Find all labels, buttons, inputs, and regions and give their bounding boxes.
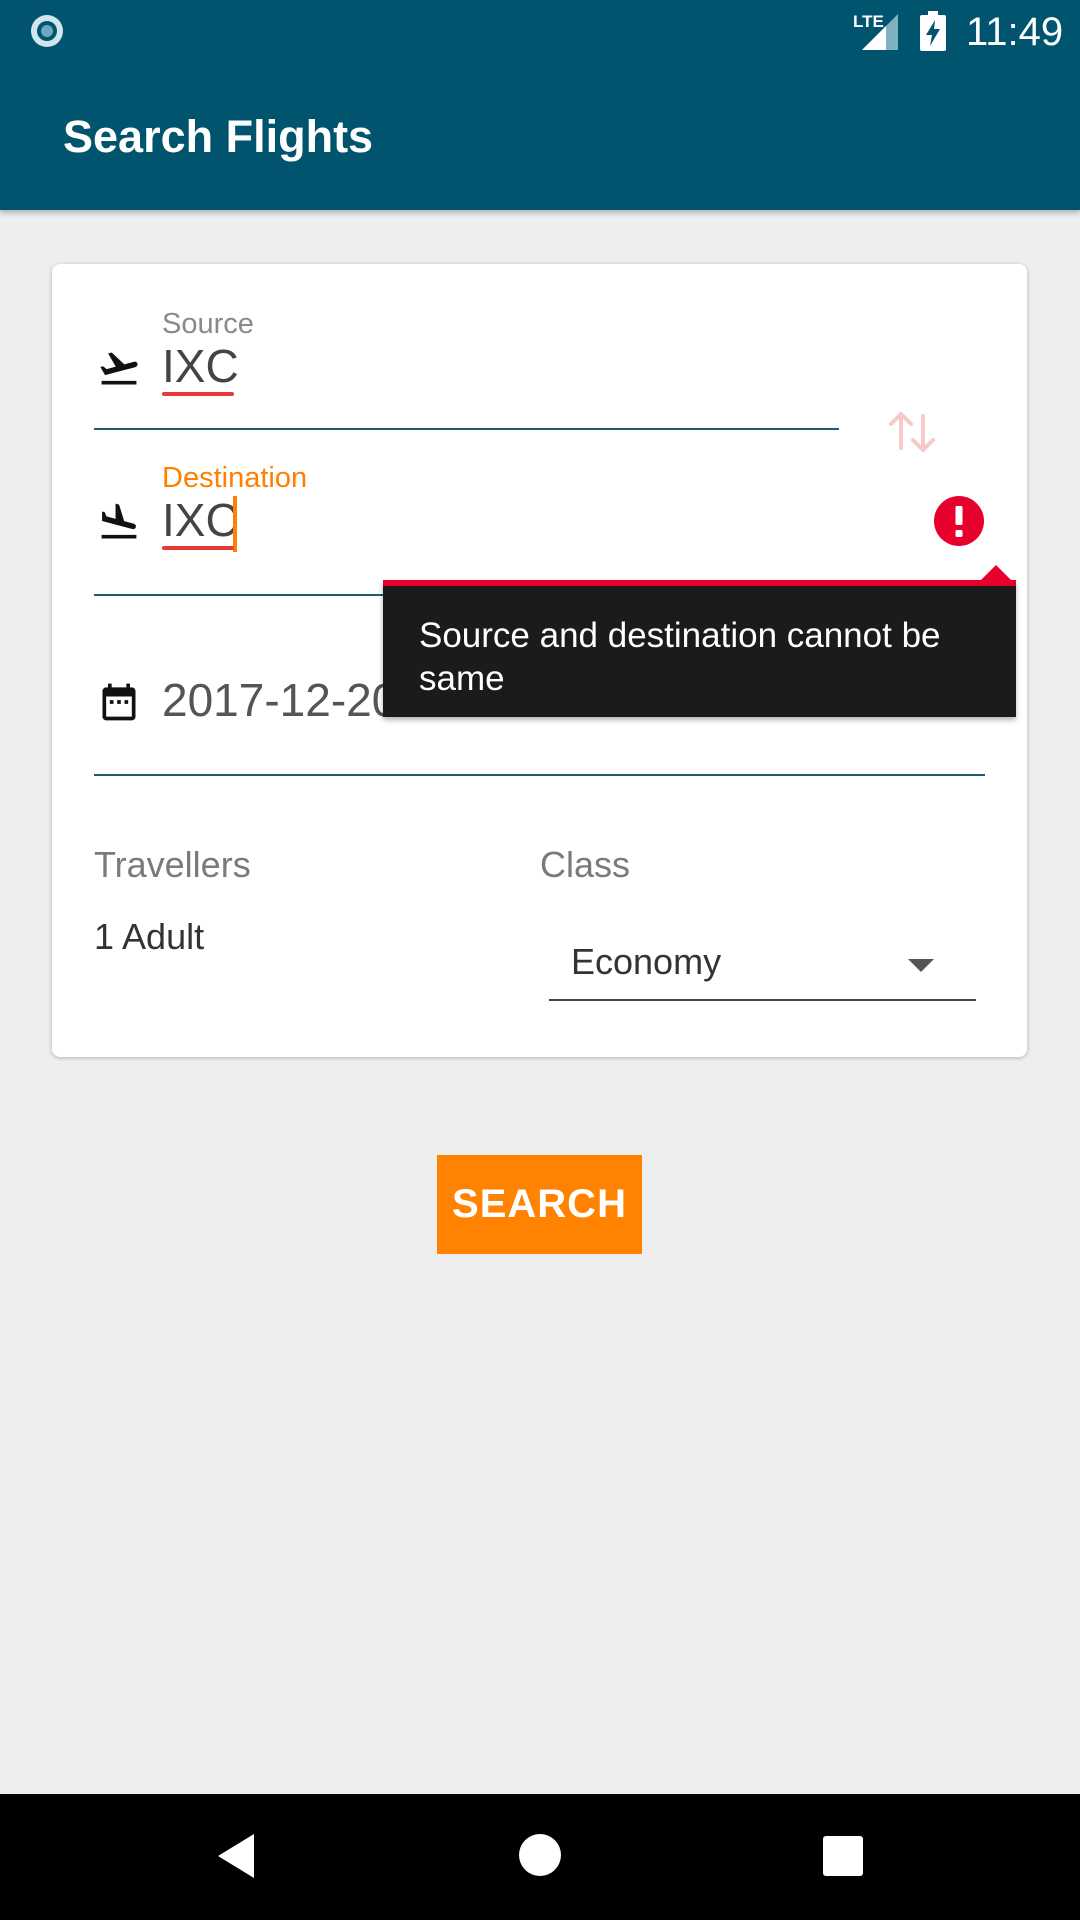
- tooltip-pointer: [981, 565, 1011, 580]
- error-message: Source and destination cannot be same: [419, 616, 941, 698]
- swap-icon[interactable]: [885, 404, 941, 460]
- class-label: Class: [540, 844, 631, 885]
- search-button[interactable]: SEARCH: [437, 1155, 642, 1254]
- text-cursor: [233, 496, 237, 552]
- nav-back-icon[interactable]: [216, 1832, 256, 1880]
- app-bar: Search Flights: [0, 63, 1080, 210]
- nav-recent-icon[interactable]: [823, 1836, 863, 1876]
- status-bar: LTE 11:49: [0, 0, 1080, 63]
- class-selected-value: Economy: [571, 941, 722, 982]
- class-dropdown[interactable]: Economy: [549, 935, 976, 1001]
- source-input[interactable]: IXC: [162, 340, 239, 392]
- destination-input[interactable]: IXC: [162, 494, 239, 546]
- page-title: Search Flights: [63, 111, 374, 162]
- landing-icon: [101, 503, 137, 539]
- dropdown-arrow-icon: [908, 959, 934, 972]
- takeoff-icon: [100, 352, 138, 385]
- navigation-bar: [0, 1794, 1080, 1920]
- calendar-icon: [102, 683, 136, 721]
- source-label: Source: [162, 308, 254, 340]
- record-icon: [31, 15, 63, 47]
- spellcheck-underline: [162, 392, 234, 396]
- spellcheck-underline: [162, 546, 234, 550]
- source-field-underline: [94, 428, 839, 430]
- tooltip-body: Source and destination cannot be same: [383, 580, 1016, 717]
- travellers-value[interactable]: 1 Adult: [94, 917, 204, 957]
- destination-label: Destination: [162, 462, 308, 494]
- clock: 11:49: [966, 10, 1064, 54]
- date-input[interactable]: 2017-12-20: [162, 674, 397, 726]
- date-field-underline: [94, 774, 985, 776]
- error-tooltip: Source and destination cannot be same: [383, 565, 1016, 717]
- battery-charging-icon: [920, 11, 946, 51]
- signal-icon: [862, 14, 898, 50]
- error-icon: [934, 496, 984, 546]
- travellers-label: Travellers: [94, 844, 251, 885]
- nav-home-icon[interactable]: [519, 1834, 561, 1876]
